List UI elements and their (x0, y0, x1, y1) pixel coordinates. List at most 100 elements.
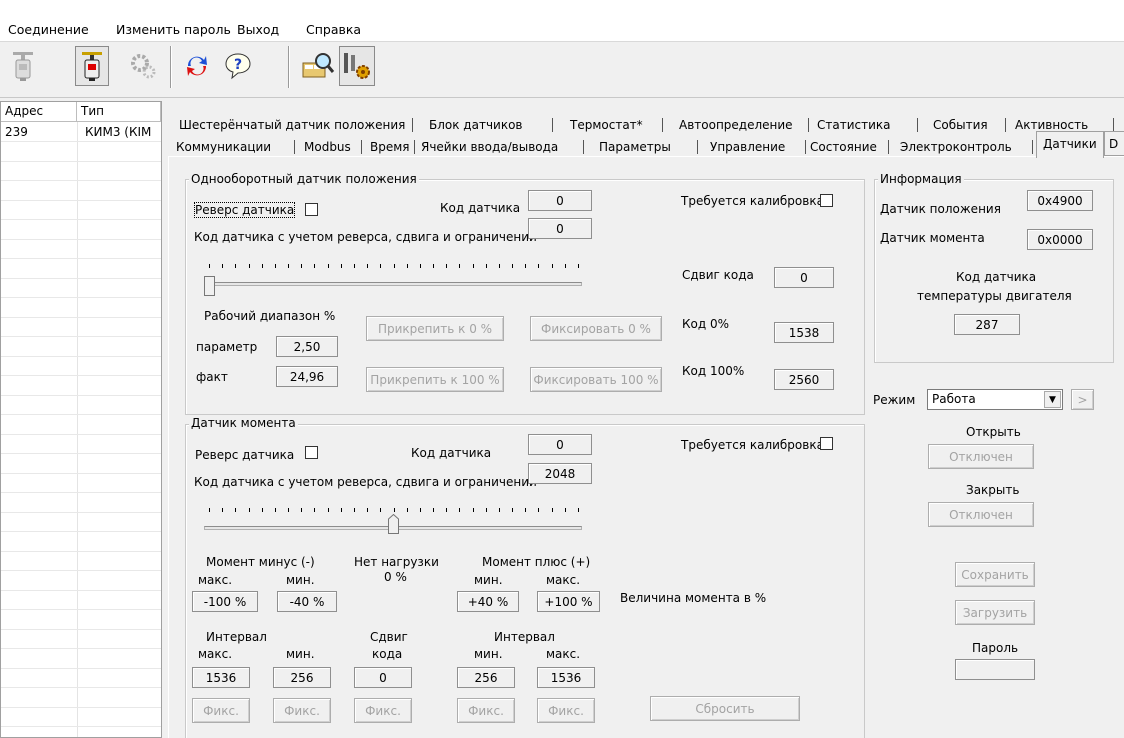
close-button[interactable]: Отключен (928, 502, 1034, 527)
toolbar-separator (170, 46, 172, 88)
search-button[interactable] (301, 46, 335, 86)
tab-state[interactable]: Состояние (810, 140, 877, 154)
torque-reverse-checkbox[interactable] (305, 446, 318, 459)
minus-max-field: -100 % (192, 591, 258, 612)
torque-calib-checkbox[interactable] (820, 437, 833, 450)
position-slider[interactable] (200, 258, 590, 298)
slider-tick (327, 508, 329, 512)
tab-time[interactable]: Время (370, 140, 410, 154)
row-separator (1, 589, 161, 591)
tab-overflow-label: D (1109, 137, 1119, 151)
save-button[interactable]: Сохранить (955, 562, 1035, 587)
slider-tick (551, 508, 553, 512)
tools-button[interactable] (339, 46, 375, 86)
tab-io-cells[interactable]: Ячейки ввода/вывода (421, 140, 558, 154)
minus-min-label: мин. (286, 573, 315, 587)
position-sensor-title: Однооборотный датчик положения (189, 172, 419, 186)
fix-int-right-max-button[interactable]: Фикс. (537, 698, 595, 723)
int-left-max-field: 1536 (192, 667, 250, 688)
fix-int-right-min-button[interactable]: Фикс. (457, 698, 515, 723)
row-separator (1, 316, 161, 318)
slider-tick (498, 508, 500, 512)
slider-tick (380, 508, 382, 512)
column-header-address[interactable]: Адрес (1, 102, 77, 122)
tab-electrocontrol[interactable]: Электроконтроль (900, 140, 1012, 154)
torque-plus-label: Момент плюс (+) (482, 555, 591, 569)
code100-field: 2560 (774, 369, 834, 390)
tab-control[interactable]: Управление (710, 140, 785, 154)
tab-overflow[interactable]: D (1104, 131, 1124, 156)
menu-connection[interactable]: Соединение (8, 22, 89, 37)
tab-modbus[interactable]: Modbus (304, 140, 351, 154)
mode-next-button[interactable]: > (1071, 389, 1094, 410)
column-header-type[interactable]: Тип (77, 102, 161, 122)
tab-thermostat[interactable]: Термостат* (570, 118, 643, 132)
row-separator (1, 336, 161, 337)
torque-slider-thumb[interactable] (388, 514, 399, 534)
chevron-down-icon[interactable]: ▼ (1044, 391, 1061, 408)
slider-tick (433, 508, 435, 512)
slider-tick (419, 264, 421, 268)
refresh-button[interactable] (180, 46, 214, 86)
menu-change-password[interactable]: Изменить пароль (116, 22, 231, 37)
device-list[interactable]: Адрес Тип 239 КИМ3 (КІМ (0, 101, 162, 738)
position-slider-track (204, 282, 582, 286)
slider-tick (209, 264, 210, 268)
connect-device-button[interactable] (6, 46, 40, 86)
table-row[interactable]: 239 КИМ3 (КІМ (1, 122, 161, 141)
reset-button[interactable]: Сбросить (650, 696, 800, 721)
int-right-max-field: 1536 (537, 667, 595, 688)
disconnect-device-button[interactable] (75, 46, 109, 86)
tab-sensors[interactable]: Датчики (1036, 131, 1104, 158)
slider-tick (419, 508, 421, 512)
slider-tick (367, 264, 369, 268)
torque-minus-label: Момент минус (-) (206, 555, 315, 569)
position-calib-checkbox[interactable] (820, 194, 833, 207)
device-type: КИМ3 (КІМ (85, 125, 152, 139)
tab-sensor-block[interactable]: Блок датчиков (429, 118, 523, 132)
load-button[interactable]: Загрузить (955, 600, 1035, 625)
attach-0-button[interactable]: Прикрепить к 0 % (366, 316, 504, 341)
tab-statistics[interactable]: Статистика (817, 118, 891, 132)
tools-icon (344, 53, 370, 79)
slider-tick (393, 264, 395, 268)
slider-tick (314, 264, 316, 268)
fix-shift-button[interactable]: Фикс. (354, 698, 412, 723)
row-separator (1, 355, 161, 357)
row-separator (1, 609, 161, 610)
fix-0-button[interactable]: Фиксировать 0 % (530, 316, 662, 341)
tab-parameters[interactable]: Параметры (599, 140, 671, 154)
fix-int-left-max-button[interactable]: Фикс. (192, 698, 250, 723)
info-pos-label: Датчик положения (880, 202, 1001, 216)
menu-help[interactable]: Справка (306, 22, 361, 37)
slider-tick (301, 264, 303, 268)
open-button[interactable]: Отключен (928, 444, 1034, 469)
password-input[interactable] (955, 659, 1035, 680)
tab-activity[interactable]: Активность (1015, 118, 1088, 132)
slider-tick (538, 508, 540, 512)
attach-100-button[interactable]: Прикрепить к 100 % (366, 367, 504, 392)
position-slider-thumb[interactable] (204, 276, 215, 296)
menu-exit[interactable]: Выход (237, 22, 279, 37)
position-adj-code-field: 0 (528, 218, 592, 239)
slider-tick (485, 508, 487, 512)
tab-gear-position-sensor[interactable]: Шестерёнчатый датчик положения (179, 118, 405, 132)
info-temp-label-2: температуры двигателя (917, 289, 1072, 303)
fix-int-left-min-button[interactable]: Фикс. (273, 698, 331, 723)
mode-select[interactable]: Работа ▼ (927, 389, 1063, 410)
fix-100-button[interactable]: Фиксировать 100 % (530, 367, 662, 392)
code0-label: Код 0% (682, 317, 730, 331)
help-button[interactable]: ? (221, 46, 255, 86)
torque-reverse-label: Реверс датчика (195, 448, 295, 462)
toolbar: ? (0, 42, 1124, 98)
tab-autodetect[interactable]: Автоопределение (679, 118, 793, 132)
slider-tick (288, 264, 290, 268)
close-label: Закрыть (966, 483, 1020, 497)
plus-max-label: макс. (546, 573, 581, 587)
tab-communications[interactable]: Коммуникации (176, 140, 271, 154)
position-reverse-checkbox[interactable] (305, 203, 318, 216)
slider-tick (327, 264, 329, 268)
torque-slider[interactable] (200, 500, 590, 540)
tab-events[interactable]: События (933, 118, 988, 132)
settings-button[interactable] (126, 46, 160, 86)
